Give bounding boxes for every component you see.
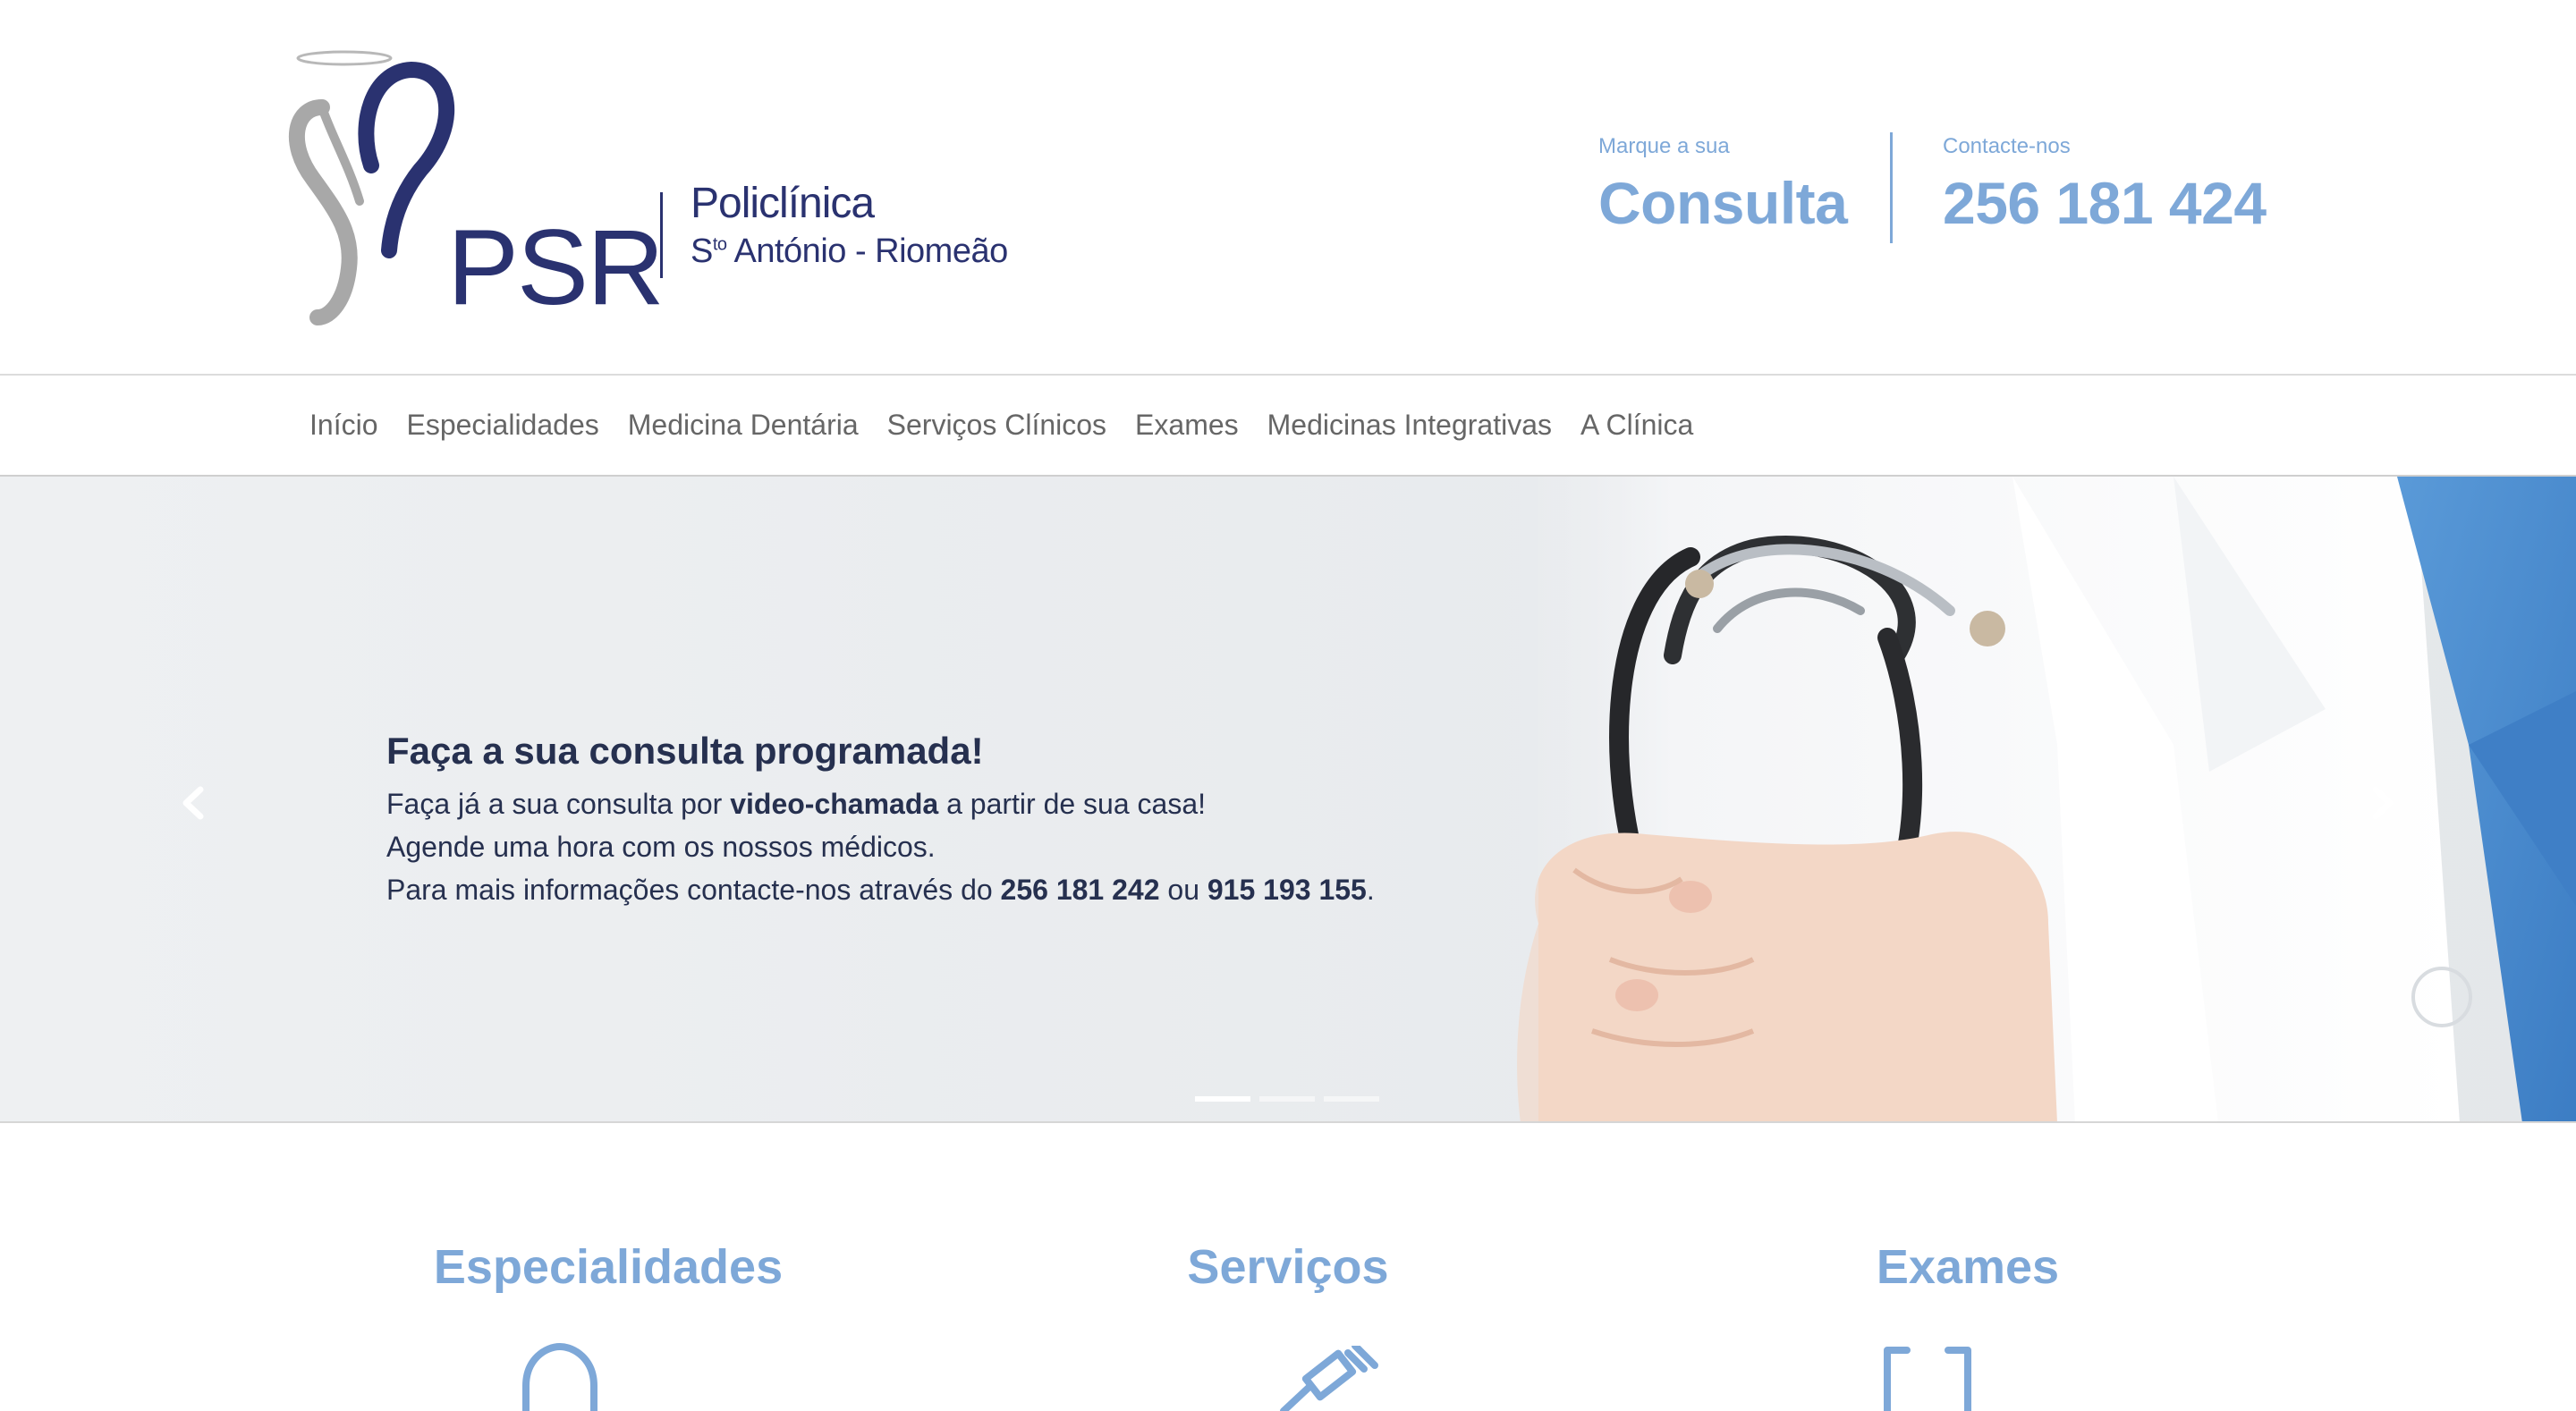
hero-line-3-a: Para mais informações contacte-nos atrav… — [386, 874, 1001, 906]
hero-video-call: video-chamada — [730, 788, 939, 820]
hero-line-1: Faça já a sua consulta por video-chamada… — [386, 788, 1206, 821]
nav-item-servicos-clinicos[interactable]: Serviços Clínicos — [887, 409, 1106, 442]
nav-item-especialidades[interactable]: Especialidades — [406, 409, 598, 442]
clinic-logo[interactable]: PSR Policlínica Sto António - Riomeão — [286, 45, 1020, 331]
syringe-icon[interactable] — [1275, 1346, 1382, 1411]
scan-icon[interactable] — [1880, 1347, 1975, 1411]
site-header: PSR Policlínica Sto António - Riomeão Ma… — [0, 0, 2576, 374]
logo-clinic-name: Policlínica — [691, 180, 875, 227]
hero-carousel: Faça a sua consulta programada! Faça já … — [0, 477, 2576, 1123]
nav-item-medicinas-integrativas[interactable]: Medicinas Integrativas — [1267, 409, 1552, 442]
logo-divider — [660, 192, 663, 278]
carousel-next-button[interactable] — [2351, 772, 2413, 834]
logo-location-sup: to — [712, 234, 727, 255]
nav-item-medicina-dentaria[interactable]: Medicina Dentária — [628, 409, 859, 442]
nav-item-exames[interactable]: Exames — [1135, 409, 1239, 442]
carousel-indicator-2[interactable] — [1259, 1096, 1315, 1102]
contact-phone-link[interactable]: Contacte-nos 256 181 424 — [1943, 134, 2267, 237]
hero-phone-1: 256 181 242 — [1000, 874, 1160, 906]
hero-title: Faça a sua consulta programada! — [386, 730, 984, 772]
book-consulta-label: Consulta — [1598, 169, 1848, 236]
hero-line-3-e: . — [1366, 874, 1375, 906]
logo-clinic-location: Sto António - Riomeão — [691, 232, 1008, 271]
feature-title-servicos[interactable]: Serviços — [1020, 1239, 1556, 1295]
chevron-left-icon — [182, 786, 204, 820]
carousel-indicator-1[interactable] — [1195, 1096, 1250, 1102]
nav-item-a-clinica[interactable]: A Clínica — [1580, 409, 1693, 442]
feature-title-especialidades[interactable]: Especialidades — [340, 1239, 877, 1295]
contact-divider — [1890, 132, 1893, 243]
carousel-indicator-3[interactable] — [1324, 1096, 1379, 1102]
hero-line-3-c: ou — [1159, 874, 1208, 906]
contact-phone-number: 256 181 424 — [1943, 169, 2267, 236]
logo-location-rest: António - Riomeão — [726, 232, 1009, 270]
carousel-indicators — [1195, 1096, 1388, 1102]
nav-item-inicio[interactable]: Início — [309, 409, 377, 442]
logo-brand: PSR — [447, 207, 665, 327]
logo-location-prefix: S — [691, 232, 713, 270]
book-consulta-caption: Marque a sua — [1598, 134, 1730, 158]
hero-line-3: Para mais informações contacte-nos atrav… — [386, 874, 1375, 907]
chevron-right-icon — [2372, 786, 2394, 820]
feature-title-exames[interactable]: Exames — [1699, 1239, 2236, 1295]
contact-phone-caption: Contacte-nos — [1943, 134, 2071, 158]
hero-line-2: Agende uma hora com os nossos médicos. — [386, 831, 936, 863]
hero-line-1-c: a partir de sua casa! — [938, 788, 1207, 820]
main-nav: Início Especialidades Medicina Dentária … — [0, 374, 2576, 477]
stethoscope-icon[interactable] — [519, 1341, 599, 1411]
book-consulta-link[interactable]: Marque a sua Consulta — [1598, 134, 1848, 237]
carousel-prev-button[interactable] — [163, 772, 225, 834]
hero-phone-2: 915 193 155 — [1207, 874, 1367, 906]
hero-line-1-a: Faça já a sua consulta por — [386, 788, 731, 820]
